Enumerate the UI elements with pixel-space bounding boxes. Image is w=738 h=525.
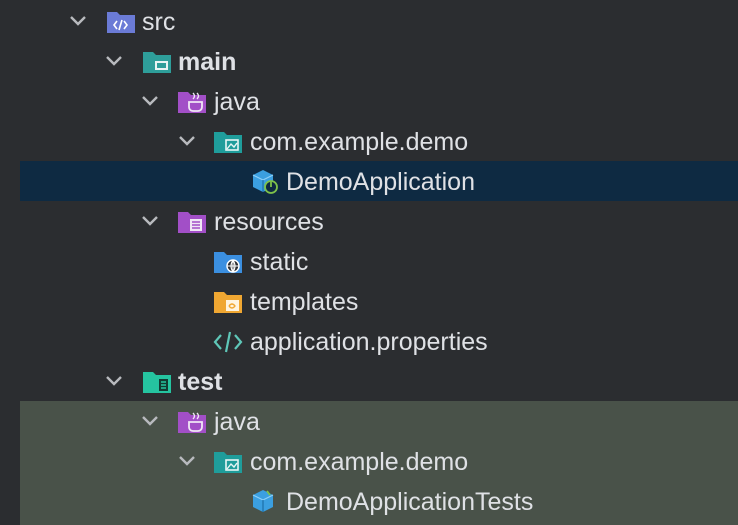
package-icon (213, 449, 243, 475)
project-tree: src main java com.example.demo DemoAppli… (20, 0, 738, 525)
tree-item-label: com.example.demo (250, 448, 469, 476)
tree-item-label: test (178, 368, 223, 396)
tree-item-main[interactable]: main (20, 41, 738, 81)
tree-item-demo-application-tests[interactable]: DemoApplicationTests (20, 481, 738, 521)
chevron-down-icon[interactable] (177, 449, 197, 473)
tree-item-label: static (250, 248, 309, 276)
tree-item-java[interactable]: java (20, 81, 738, 121)
chevron-down-icon[interactable] (104, 49, 124, 73)
chevron-down-icon[interactable] (140, 409, 160, 433)
chevron-down-icon[interactable] (177, 129, 197, 153)
chevron-down-icon[interactable] (104, 369, 124, 393)
tree-item-label: com.example.demo (250, 128, 469, 156)
package-icon (213, 129, 243, 155)
properties-file-icon (213, 329, 243, 355)
source-folder-icon (106, 9, 136, 35)
tree-item-templates[interactable]: templates (20, 281, 738, 321)
tree-item-label: resources (214, 208, 324, 236)
tree-item-label: templates (250, 288, 359, 316)
templates-folder-icon (213, 289, 243, 315)
tree-item-label: java (214, 88, 260, 116)
chevron-down-icon[interactable] (68, 9, 88, 33)
tree-item-test[interactable]: test (20, 361, 738, 401)
tree-item-label: src (142, 8, 176, 36)
tree-item-label: java (214, 408, 260, 436)
java-test-root-icon (177, 409, 207, 435)
web-folder-icon (213, 249, 243, 275)
tree-item-test-java[interactable]: java (20, 401, 738, 441)
tree-item-label: main (178, 48, 237, 76)
chevron-down-icon[interactable] (140, 209, 160, 233)
tree-item-resources[interactable]: resources (20, 201, 738, 241)
tree-item-label: DemoApplicationTests (286, 488, 534, 516)
spring-boot-class-icon (250, 169, 280, 195)
test-module-folder-icon (142, 369, 172, 395)
java-source-root-icon (177, 89, 207, 115)
resources-root-icon (177, 209, 207, 235)
tree-item-src[interactable]: src (20, 1, 738, 41)
tree-item-label: DemoApplication (286, 168, 475, 196)
left-gutter (0, 0, 21, 525)
test-class-icon (250, 489, 280, 515)
tree-item-demo-application[interactable]: DemoApplication (20, 161, 738, 201)
module-folder-icon (142, 49, 172, 75)
chevron-down-icon[interactable] (140, 89, 160, 113)
tree-item-static[interactable]: static (20, 241, 738, 281)
tree-item-label: application.properties (250, 328, 488, 356)
tree-item-test-package[interactable]: com.example.demo (20, 441, 738, 481)
tree-item-package[interactable]: com.example.demo (20, 121, 738, 161)
tree-item-application-properties[interactable]: application.properties (20, 321, 738, 361)
